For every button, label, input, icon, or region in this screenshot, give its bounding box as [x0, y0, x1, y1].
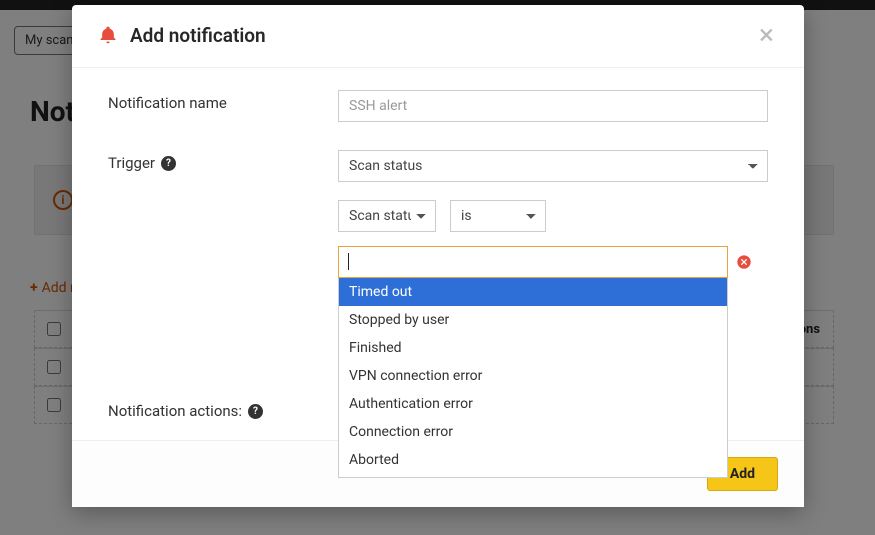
dropdown-item[interactable]: Aborted	[339, 446, 727, 474]
help-icon[interactable]: ?	[248, 404, 263, 419]
remove-condition-button[interactable]	[736, 254, 752, 270]
help-icon[interactable]: ?	[161, 156, 176, 171]
modal-header: Add notification ×	[72, 5, 804, 68]
condition-field-select[interactable]: Scan status	[338, 200, 436, 232]
dropdown-item[interactable]: Authentication error	[339, 390, 727, 418]
notification-name-label: Notification name	[108, 90, 338, 122]
remove-icon	[736, 254, 752, 270]
modal-title: Add notification	[130, 24, 266, 47]
dropdown-item[interactable]: Timed out	[339, 278, 727, 306]
dropdown-item[interactable]: Connection error	[339, 418, 727, 446]
condition-value-input[interactable]	[338, 246, 728, 278]
trigger-select[interactable]: Scan status	[338, 150, 768, 182]
dropdown-item[interactable]: Failed to start	[339, 474, 727, 478]
add-notification-modal: Add notification × Notification name Tri…	[72, 5, 804, 507]
condition-operator-select[interactable]: is	[450, 200, 546, 232]
close-icon[interactable]: ×	[755, 21, 778, 49]
dropdown-item[interactable]: VPN connection error	[339, 362, 727, 390]
dropdown-item[interactable]: Finished	[339, 334, 727, 362]
bell-icon	[98, 25, 118, 45]
modal-body: Notification name Trigger ? Scan status …	[72, 68, 804, 440]
text-cursor	[348, 253, 349, 270]
trigger-label: Trigger	[108, 154, 155, 172]
condition-value-dropdown: Timed out Stopped by user Finished VPN c…	[338, 278, 728, 478]
dropdown-item[interactable]: Stopped by user	[339, 306, 727, 334]
notification-actions-label: Notification actions:	[108, 402, 242, 420]
notification-name-input[interactable]	[338, 90, 768, 122]
